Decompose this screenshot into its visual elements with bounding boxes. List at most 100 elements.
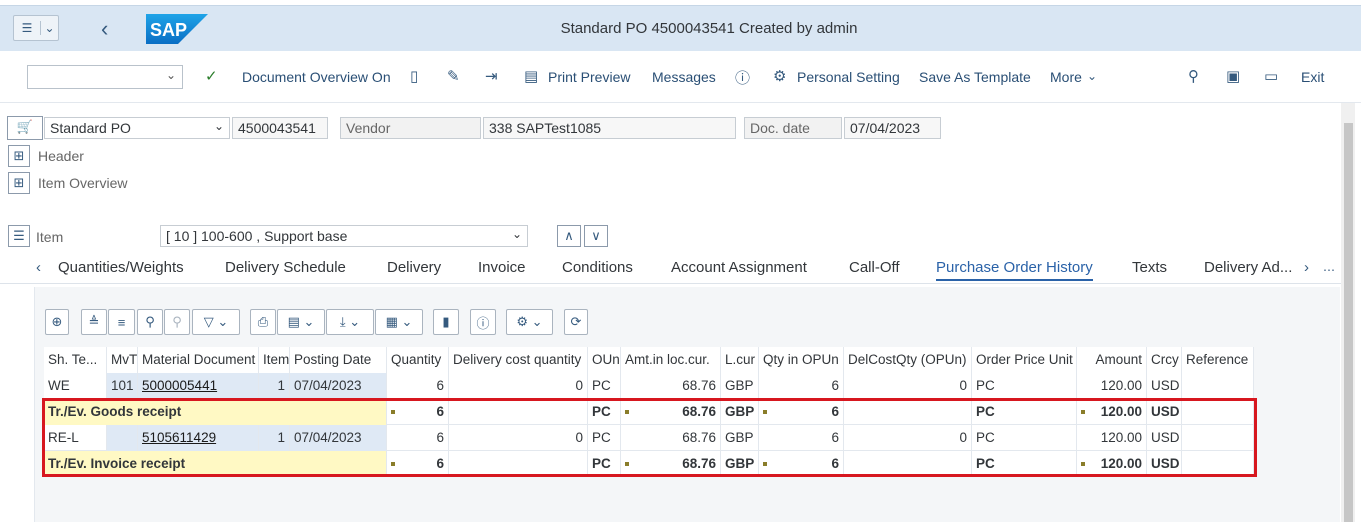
cell-order-price-unit: PC [972,451,1077,477]
vertical-scrollbar[interactable] [1341,103,1355,522]
col-header[interactable]: Qty in OPUn [759,347,844,373]
cell-delivery-cost-qty [449,451,588,477]
refresh-icon[interactable]: ⟳ [564,309,588,335]
expand-header-icon[interactable]: ⊞ [8,145,30,167]
doc-date-field[interactable]: 07/04/2023 [844,117,941,139]
edit-icon[interactable]: ✎ [447,67,460,85]
col-header[interactable]: Order Price Unit [972,347,1077,373]
cell-mvt: 101 [107,373,138,399]
window-star-icon[interactable]: ▣ [1226,67,1240,85]
col-header[interactable]: Quantity [387,347,449,373]
cell-currency: USD [1147,425,1182,451]
chevron-down-icon: ⌄ [1087,69,1098,83]
info-icon[interactable]: ⓘ [470,309,496,335]
col-header[interactable]: DelCostQty (OPUn) [844,347,972,373]
tab-invoice[interactable]: Invoice [478,259,526,276]
subtotal-marker-icon [625,410,629,414]
table-header-row: Sh. Te... MvT Material Document Item Pos… [44,347,1254,373]
tab-delivery[interactable]: Delivery [387,259,441,276]
chevron-down-icon: ⌄ [213,119,224,133]
col-header[interactable]: Amt.in loc.cur. [621,347,721,373]
cart-icon[interactable]: 🛒 [7,116,43,140]
window-icon[interactable]: ▭ [1264,67,1278,85]
cell-qty-opun: 6 [759,451,844,477]
tabs-scroll-right-icon[interactable]: › [1304,259,1309,276]
tab-conditions[interactable]: Conditions [562,259,633,276]
cell-delivery-cost-qty [449,399,588,425]
settings-icon[interactable]: ⚙ ⌄ [506,309,553,335]
sort-ascending-icon[interactable]: ≜ [81,309,107,335]
scrollbar-thumb[interactable] [1344,123,1353,522]
col-header[interactable]: MvT [107,347,138,373]
col-header[interactable]: OUn [588,347,621,373]
exit-button[interactable]: Exit [1301,69,1324,85]
personal-setting-button[interactable]: Personal Setting [797,69,900,85]
tab-delivery-schedule[interactable]: Delivery Schedule [225,259,346,276]
next-item-button[interactable]: ∨ [584,225,608,247]
cell-local-currency: GBP [721,373,759,399]
tab-delivery-address[interactable]: Delivery Ad... [1204,259,1292,276]
col-header[interactable]: Delivery cost quantity [449,347,588,373]
command-field[interactable]: ⌄ [27,65,183,89]
tab-call-off[interactable]: Call-Off [849,259,900,276]
layout-icon[interactable]: ▦ ⌄ [375,309,423,335]
subtotal-marker-icon [391,410,395,414]
check-icon[interactable]: ✓ [205,67,218,85]
cell-mvt [107,425,138,451]
cell-reference [1182,373,1254,399]
info-icon[interactable]: ⓘ [735,67,750,88]
export-icon[interactable]: ⤓ ⌄ [326,309,374,335]
cell-item: 1 [259,425,290,451]
subtotal-marker-icon [1081,462,1085,466]
tab-quantities-weights[interactable]: Quantities/Weights [58,259,184,276]
item-overview-section-label[interactable]: Item Overview [38,175,127,191]
vendor-field[interactable]: 338 SAPTest1085 [483,117,736,139]
more-tabs-icon[interactable]: ⋯ [1323,263,1335,277]
tab-texts[interactable]: Texts [1132,259,1167,276]
col-header[interactable]: L.cur [721,347,759,373]
col-header[interactable]: Material Document [138,347,259,373]
tab-account-assignment[interactable]: Account Assignment [671,259,807,276]
collapse-item-icon[interactable]: ☰ [8,225,30,247]
save-as-template-button[interactable]: Save As Template [919,69,1031,85]
col-header[interactable]: Crcy [1147,347,1182,373]
col-header[interactable]: Posting Date [290,347,387,373]
subtotal-marker-icon [1081,410,1085,414]
table-row[interactable]: Tr./Ev. Goods receipt 6 PC 68.76 GBP 6 P… [44,399,1254,425]
filter-icon[interactable]: ▽ ⌄ [192,309,240,335]
cell-posting-date: 07/04/2023 [290,425,387,451]
tabs-scroll-left-icon[interactable]: ‹ [36,259,41,276]
po-type-select[interactable]: Standard PO ⌄ [44,117,230,139]
search-icon[interactable]: ⚲ [1188,67,1199,85]
messages-button[interactable]: Messages [652,69,716,85]
find-next-icon[interactable]: ⚲ [164,309,190,335]
header-section-label[interactable]: Header [38,148,84,164]
material-document-link[interactable]: 5000005441 [138,373,259,399]
view-icon[interactable]: ▤ ⌄ [277,309,325,335]
personal-setting-icon: ⚙ [773,68,787,85]
item-select[interactable]: [ 10 ] 100-600 , Support base ⌄ [160,225,528,247]
chart-icon[interactable]: ▮ [433,309,459,335]
more-button[interactable]: More [1050,69,1082,85]
previous-item-button[interactable]: ∧ [557,225,581,247]
print-preview-button[interactable]: Print Preview [548,69,630,85]
document-overview-button[interactable]: Document Overview On [242,69,391,85]
col-header[interactable]: Amount [1077,347,1147,373]
sort-descending-icon[interactable]: ≡ [108,309,135,335]
col-header[interactable]: Sh. Te... [44,347,107,373]
print-icon[interactable]: ⎙ [250,309,276,335]
col-header[interactable]: Item [259,347,290,373]
tab-purchase-order-history[interactable]: Purchase Order History [936,259,1093,281]
col-header[interactable]: Reference [1182,347,1254,373]
document-icon[interactable]: ▯ [410,67,418,85]
material-document-link[interactable]: 5105611429 [138,425,259,451]
export-icon[interactable]: ⇥ [485,67,498,85]
find-icon[interactable]: ⚲ [137,309,163,335]
details-icon[interactable]: ⊕ [45,309,69,335]
cell-currency: USD [1147,451,1182,477]
subtotal-marker-icon [763,410,767,414]
expand-item-overview-icon[interactable]: ⊞ [8,172,30,194]
table-row[interactable]: WE 101 5000005441 1 07/04/2023 6 0 PC 68… [44,373,1254,399]
table-row[interactable]: Tr./Ev. Invoice receipt 6 PC 68.76 GBP 6… [44,451,1254,477]
table-row[interactable]: RE-L 5105611429 1 07/04/2023 6 0 PC 68.7… [44,425,1254,451]
